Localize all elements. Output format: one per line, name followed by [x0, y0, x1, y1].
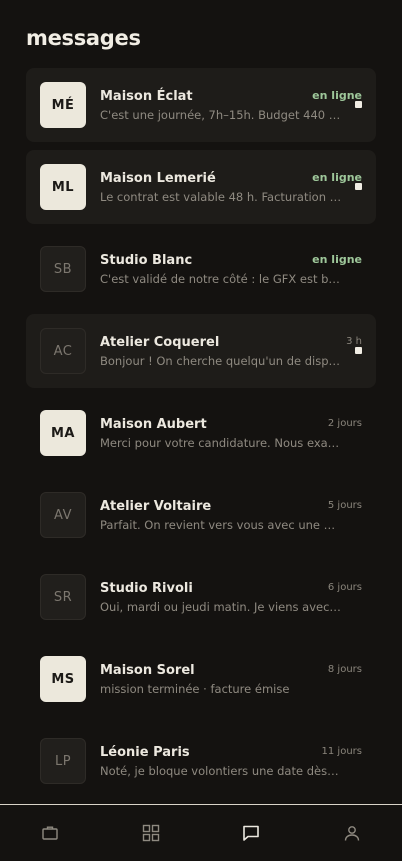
avatar: SB: [40, 246, 86, 292]
tab-profile[interactable]: [302, 805, 402, 861]
message-preview: mission terminée · facture émise: [100, 682, 342, 696]
avatar: MA: [40, 410, 86, 456]
conversation-item[interactable]: SR Studio Rivoli 6 jours Oui, mardi ou jeud…: [26, 560, 376, 634]
contact-name: Maison Éclat: [100, 89, 193, 104]
conversation-item[interactable]: MA Maison Aubert 2 jours Merci pour votre c…: [26, 396, 376, 470]
message-preview: Parfait. On revient vers vous avec une p…: [100, 518, 342, 532]
message-preview: Bonjour ! On cherche quelqu'un de dispon…: [100, 354, 342, 368]
avatar: AC: [40, 328, 86, 374]
conversation-list: MÉ Maison Éclat en ligne C'est une journée,…: [26, 68, 376, 806]
contact-name: Maison Sorel: [100, 663, 195, 678]
conversation-item[interactable]: LP Léonie Paris 11 jours Noté, je bloque vo…: [26, 724, 376, 798]
timestamp: 3 h: [346, 336, 362, 347]
message-preview: Le contrat est valable 48 h. Facturation…: [100, 190, 342, 204]
message-preview: Noté, je bloque volontiers une date dès …: [100, 764, 342, 778]
timestamp: 8 jours: [328, 664, 362, 675]
conversation-item[interactable]: SB Studio Blanc en ligne C'est validé de no…: [26, 232, 376, 306]
avatar: LP: [40, 738, 86, 784]
grid-icon: [142, 824, 160, 842]
tab-messages[interactable]: [201, 805, 302, 861]
online-status: en ligne: [312, 171, 362, 184]
avatar: MS: [40, 656, 86, 702]
timestamp: 11 jours: [322, 746, 362, 757]
tab-jobs[interactable]: [0, 805, 101, 861]
timestamp: 6 jours: [328, 582, 362, 593]
online-status: en ligne: [312, 253, 362, 266]
conversation-item[interactable]: AC Atelier Coquerel 3 h Bonjour ! On cherch…: [26, 314, 376, 388]
contact-name: Atelier Coquerel: [100, 335, 219, 350]
page-title: messages: [26, 26, 141, 50]
contact-name: Maison Aubert: [100, 417, 207, 432]
online-status: en ligne: [312, 89, 362, 102]
conversation-item[interactable]: ML Maison Lemerié en ligne Le contrat est v…: [26, 150, 376, 224]
tab-dashboard[interactable]: [101, 805, 202, 861]
contact-name: Léonie Paris: [100, 745, 190, 760]
contact-name: Studio Blanc: [100, 253, 192, 268]
avatar: ML: [40, 164, 86, 210]
message-preview: Oui, mardi ou jeudi matin. Je viens avec…: [100, 600, 342, 614]
message-preview: C'est une journée, 7h–15h. Budget 440 € …: [100, 108, 342, 122]
unread-indicator: [355, 183, 362, 190]
bottom-tab-bar: [0, 804, 402, 861]
conversation-item[interactable]: AV Atelier Voltaire 5 jours Parfait. On rev…: [26, 478, 376, 552]
avatar: AV: [40, 492, 86, 538]
avatar: MÉ: [40, 82, 86, 128]
conversation-item[interactable]: MÉ Maison Éclat en ligne C'est une journée,…: [26, 68, 376, 142]
avatar: SR: [40, 574, 86, 620]
unread-indicator: [355, 347, 362, 354]
contact-name: Atelier Voltaire: [100, 499, 211, 514]
timestamp: 5 jours: [328, 500, 362, 511]
user-icon: [343, 824, 361, 842]
contact-name: Maison Lemerié: [100, 171, 216, 186]
timestamp: 2 jours: [328, 418, 362, 429]
briefcase-icon: [41, 824, 59, 842]
conversation-item[interactable]: MS Maison Sorel 8 jours mission terminée · …: [26, 642, 376, 716]
unread-indicator: [355, 101, 362, 108]
message-preview: C'est validé de notre côté : le GFX est …: [100, 272, 342, 286]
message-preview: Merci pour votre candidature. Nous exami…: [100, 436, 342, 450]
contact-name: Studio Rivoli: [100, 581, 193, 596]
message-icon: [242, 824, 260, 842]
